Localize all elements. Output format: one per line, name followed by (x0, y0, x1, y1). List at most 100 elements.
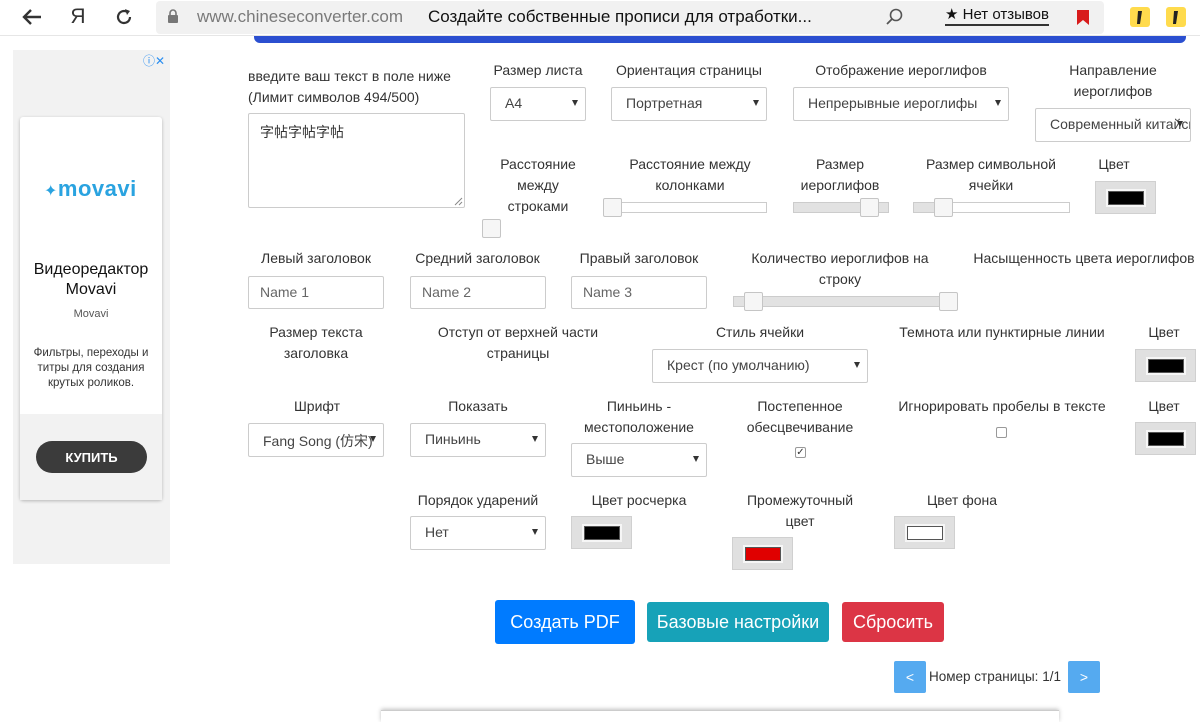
ad-title: Видеоредактор Movavi (33, 261, 149, 298)
chevron-down-icon (753, 100, 759, 106)
browser-toolbar: Я www.chineseconverter.com Создайте собс… (0, 0, 1200, 36)
stroke-order-label: Порядок ударений (417, 492, 539, 508)
back-arrow-icon[interactable] (20, 4, 44, 30)
page-number-label: Номер страницы: 1/1 (929, 669, 1061, 684)
next-page-button[interactable]: > (1068, 661, 1100, 693)
sheet-size-label: Размер листа (493, 62, 583, 78)
glyph-color-label: Цвет (1098, 156, 1130, 172)
pinyin-position-value: Выше (586, 451, 625, 467)
orientation-label: Ориентация страницы (616, 62, 762, 78)
column-spacing-slider[interactable] (603, 198, 767, 217)
glyph-display-select[interactable]: Непрерывные иероглифы (793, 87, 1009, 121)
stroke-color-swatch (582, 524, 622, 542)
fade-label: Постепенное обесцвечивание (746, 398, 854, 435)
left-header-label: Левый заголовок (261, 250, 371, 266)
search-icon[interactable] (885, 7, 905, 27)
fade-checkbox[interactable]: ✓ (795, 447, 806, 458)
pinyin-position-select[interactable]: Выше (571, 443, 707, 477)
font-value: Fang Song (仿宋) (263, 433, 373, 449)
ignore-color-picker[interactable] (1135, 422, 1196, 455)
reviews-badge[interactable]: ★ Нет отзывов (945, 5, 1049, 26)
glyph-direction-select[interactable]: Современный китайский (1035, 108, 1191, 142)
chevron-down-icon (532, 529, 538, 535)
glyph-color-picker[interactable] (1095, 181, 1156, 214)
ignore-color-label: Цвет (1148, 398, 1180, 414)
chevron-down-icon (995, 100, 1001, 106)
line-color-picker[interactable] (1135, 349, 1196, 382)
text-input-label: введите ваш текст в поле ниже (Лимит сим… (248, 68, 451, 105)
dark-lines-label: Темнота или пунктирные линии (899, 324, 1105, 340)
ad-brand: Movavi (73, 308, 109, 320)
background-color-swatch (905, 524, 945, 542)
font-select[interactable]: Fang Song (仿宋) (248, 423, 384, 457)
glyph-direction-label: Направление иероглифов (1069, 62, 1157, 99)
resize-handle-icon[interactable] (453, 196, 463, 206)
create-pdf-button[interactable]: Создать PDF (495, 600, 635, 644)
preview-panel (381, 710, 1059, 722)
chevron-down-icon (854, 362, 860, 368)
slider-thumb[interactable] (934, 198, 953, 217)
extension-icon[interactable] (1164, 4, 1188, 30)
bookmark-icon[interactable] (1076, 9, 1090, 26)
font-label: Шрифт (293, 398, 341, 414)
intermediate-color-picker[interactable] (732, 537, 793, 570)
reset-button[interactable]: Сбросить (842, 602, 944, 642)
stroke-order-value: Нет (425, 524, 449, 540)
cell-size-slider[interactable] (913, 198, 1070, 217)
cell-style-select[interactable]: Крест (по умолчанию) (652, 349, 868, 383)
chevron-down-icon (693, 456, 699, 462)
yandex-home-icon[interactable]: Я (66, 4, 90, 30)
cell-style-value: Крест (по умолчанию) (667, 357, 810, 373)
column-spacing-label: Расстояние между колонками (629, 156, 751, 193)
background-color-picker[interactable] (894, 516, 955, 549)
movavi-logo-icon: ✦ (44, 183, 58, 200)
ad-buy-button[interactable]: КУПИТЬ (36, 441, 147, 473)
stroke-color-picker[interactable] (571, 516, 632, 549)
page-title: Создайте собственные прописи для отработ… (428, 7, 812, 26)
glyph-size-label: Размер иероглифов (800, 156, 880, 193)
glyphs-per-row-label: Количество иероглифов на строку (751, 250, 929, 287)
intermediate-color-swatch (743, 545, 783, 563)
slider-thumb[interactable] (939, 292, 958, 311)
slider-thumb[interactable] (744, 292, 763, 311)
sheet-size-select[interactable]: A4 (490, 87, 586, 121)
ad-description: Фильтры, переходы и титры для создания к… (33, 347, 149, 389)
cell-style-label: Стиль ячейки (715, 324, 805, 340)
show-label: Показать (448, 398, 508, 414)
chevron-down-icon (532, 436, 538, 442)
orientation-value: Портретная (626, 95, 703, 111)
show-value: Пиньинь (425, 431, 481, 447)
ignore-spaces-label: Игнорировать пробелы в тексте (898, 398, 1106, 414)
middle-header-input[interactable]: Name 2 (410, 276, 546, 309)
header-text-size-label: Размер текста заголовка (269, 324, 363, 361)
row-spacing-slider[interactable] (482, 219, 501, 238)
url-domain[interactable]: www.chineseconverter.com (197, 7, 403, 27)
base-settings-button[interactable]: Базовые настройки (647, 602, 829, 642)
right-header-input[interactable]: Name 3 (571, 276, 707, 309)
ignore-color-swatch (1146, 430, 1186, 448)
prev-page-button[interactable]: < (894, 661, 926, 693)
top-offset-label: Отступ от верхней части страницы (437, 324, 599, 361)
glyph-color-swatch (1106, 189, 1146, 207)
glyph-size-slider[interactable] (793, 198, 889, 217)
slider-thumb[interactable] (860, 198, 879, 217)
saturation-label: Насыщенность цвета иероглифов (973, 250, 1195, 266)
glyphs-per-row-slider[interactable] (733, 292, 958, 311)
left-header-input[interactable]: Name 1 (248, 276, 384, 309)
show-select[interactable]: Пиньинь (410, 423, 546, 457)
glyph-display-label: Отображение иероглифов (815, 62, 987, 78)
text-area[interactable]: 字帖字帖字帖 (248, 113, 465, 208)
refresh-icon[interactable] (112, 4, 136, 30)
chevron-down-icon (370, 436, 376, 442)
line-color-label: Цвет (1148, 324, 1180, 340)
extension-icon[interactable] (1128, 4, 1152, 30)
orientation-select[interactable]: Портретная (611, 87, 767, 121)
ad-logo: ✦movavi (44, 176, 137, 201)
lock-icon (168, 9, 178, 23)
slider-thumb[interactable] (482, 219, 501, 238)
slider-thumb[interactable] (603, 198, 622, 217)
glyph-direction-value: Современный китайский (1050, 116, 1190, 132)
stroke-order-select[interactable]: Нет (410, 516, 546, 550)
ad-info-close-icon[interactable]: ⓘ✕ (143, 52, 165, 69)
ignore-spaces-checkbox[interactable] (996, 427, 1007, 438)
